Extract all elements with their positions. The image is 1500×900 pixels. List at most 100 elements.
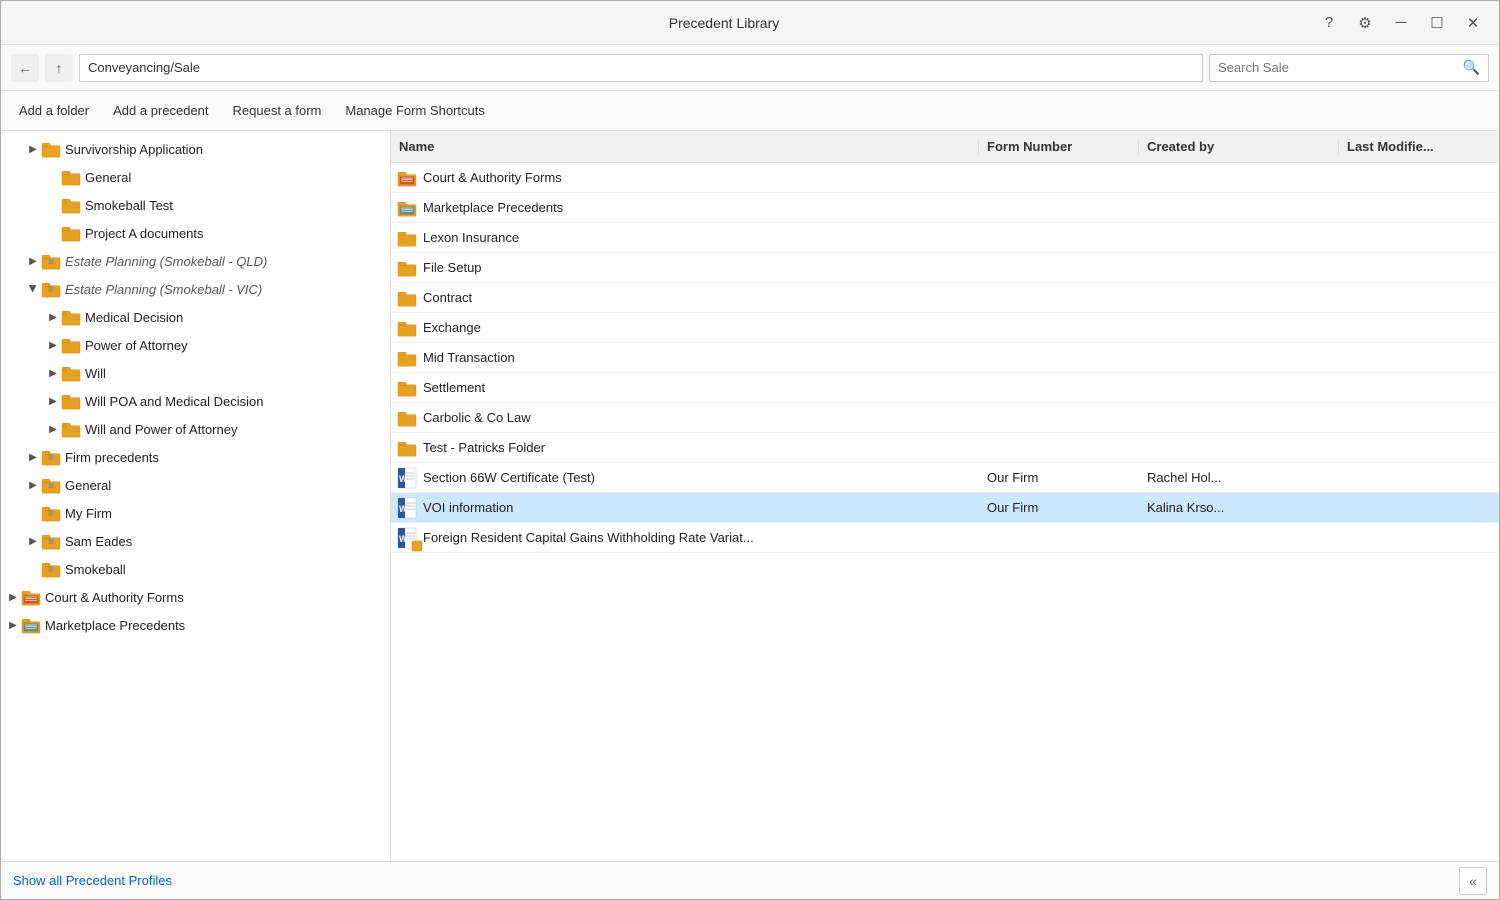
tree-item-marketplace[interactable]: ▶ Marketplace Precedents: [1, 611, 390, 639]
list-item-settlement[interactable]: Settlement: [391, 373, 1499, 403]
tree-item-poa[interactable]: ▶ Power of Attorney: [1, 331, 390, 359]
maximize-button[interactable]: ☐: [1423, 9, 1451, 37]
left-pane[interactable]: ▶ Survivorship Application ▶ General ▶ S…: [1, 131, 391, 861]
item-form-number: Our Firm: [979, 470, 1139, 485]
nav-path[interactable]: Conveyancing/Sale: [79, 54, 1203, 82]
col-form-number-header: Form Number: [979, 139, 1139, 154]
folder-icon-marketplace: [21, 615, 41, 635]
tree-arrow: ▶: [45, 393, 61, 409]
item-name: Foreign Resident Capital Gains Withholdi…: [423, 530, 979, 545]
tree-label: Smokeball: [65, 562, 126, 577]
folder-icon-folder: [61, 335, 81, 355]
tree-item-estate-vic[interactable]: ▶ Estate Planning (Smokeball - VIC): [1, 275, 390, 303]
tree-label: Estate Planning (Smokeball - VIC): [65, 282, 262, 297]
tree-item-firm-precedents[interactable]: ▶ Firm precedents: [1, 443, 390, 471]
minimize-button[interactable]: ─: [1387, 9, 1415, 37]
help-button[interactable]: ?: [1315, 9, 1343, 37]
list-item-court-authority[interactable]: Court & Authority Forms: [391, 163, 1499, 193]
item-form-number: Our Firm: [979, 500, 1139, 515]
show-profiles-link[interactable]: Show all Precedent Profiles: [13, 873, 172, 888]
folder-icon-folder-special: [41, 447, 61, 467]
tree-item-project-a[interactable]: ▶ Project A documents: [1, 219, 390, 247]
tree-arrow: ▶: [25, 141, 41, 157]
tree-item-smokeball-test[interactable]: ▶ Smokeball Test: [1, 191, 390, 219]
up-button[interactable]: ↑: [45, 54, 73, 82]
list-header: Name Form Number Created by Last Modifie…: [391, 131, 1499, 163]
item-name: Contract: [423, 290, 979, 305]
item-name: Test - Patricks Folder: [423, 440, 979, 455]
item-icon-folder: [391, 349, 423, 367]
col-name-header: Name: [391, 139, 979, 154]
item-icon-word: W: [391, 467, 423, 489]
folder-icon-folder-special: [41, 559, 61, 579]
title-bar-controls: ? ⚙ ─ ☐ ✕: [1315, 9, 1487, 37]
tree-item-general2[interactable]: ▶ General: [1, 471, 390, 499]
tree-item-will-poa[interactable]: ▶ Will and Power of Attorney: [1, 415, 390, 443]
request-form-button[interactable]: Request a form: [231, 99, 324, 122]
tree-label: My Firm: [65, 506, 112, 521]
list-item-file-setup[interactable]: File Setup: [391, 253, 1499, 283]
item-name: Court & Authority Forms: [423, 170, 979, 185]
collapse-button[interactable]: «: [1459, 867, 1487, 895]
list-item-test-patricks[interactable]: Test - Patricks Folder: [391, 433, 1499, 463]
tree-label: Project A documents: [85, 226, 204, 241]
folder-icon-folder-special: [41, 279, 61, 299]
list-item-foreign-resident[interactable]: W Foreign Resident Capital Gains Withhol…: [391, 523, 1499, 553]
manage-shortcuts-button[interactable]: Manage Form Shortcuts: [343, 99, 486, 122]
right-pane: Name Form Number Created by Last Modifie…: [391, 131, 1499, 861]
up-icon: ↑: [56, 60, 63, 76]
tree-item-smokeball[interactable]: ▶ Smokeball: [1, 555, 390, 583]
tree-label: General: [65, 478, 111, 493]
tree-label: Survivorship Application: [65, 142, 203, 157]
tree-arrow: ▶: [25, 477, 41, 493]
tree-arrow: ▶: [25, 253, 41, 269]
title-bar: Precedent Library ? ⚙ ─ ☐ ✕: [1, 1, 1499, 45]
tree-label: Will POA and Medical Decision: [85, 394, 263, 409]
settings-button[interactable]: ⚙: [1351, 9, 1379, 37]
list-item-contract[interactable]: Contract: [391, 283, 1499, 313]
item-icon-folder: [391, 409, 423, 427]
tree-item-will[interactable]: ▶ Will: [1, 359, 390, 387]
nav-bar: ← ↑ Conveyancing/Sale 🔍: [1, 45, 1499, 91]
folder-icon-folder: [41, 139, 61, 159]
list-item-mid-transaction[interactable]: Mid Transaction: [391, 343, 1499, 373]
main-window: Precedent Library ? ⚙ ─ ☐ ✕ ← ↑ Conveyan…: [0, 0, 1500, 900]
tree-item-my-firm[interactable]: ▶ My Firm: [1, 499, 390, 527]
nav-path-text: Conveyancing/Sale: [88, 60, 200, 75]
list-item-voi[interactable]: W VOI information Our Firm Kalina Krso..…: [391, 493, 1499, 523]
folder-icon-folder: [61, 195, 81, 215]
tree-item-will-poa-med[interactable]: ▶ Will POA and Medical Decision: [1, 387, 390, 415]
list-item-marketplace-prec[interactable]: Marketplace Precedents: [391, 193, 1499, 223]
folder-icon-folder-special: [41, 531, 61, 551]
search-box[interactable]: 🔍: [1209, 54, 1489, 82]
item-name: Mid Transaction: [423, 350, 979, 365]
tree-item-sam-eades[interactable]: ▶ Sam Eades: [1, 527, 390, 555]
item-name: Carbolic & Co Law: [423, 410, 979, 425]
folder-icon-folder: [61, 391, 81, 411]
item-created-by: Rachel Hol...: [1139, 470, 1339, 485]
tree-item-medical[interactable]: ▶ Medical Decision: [1, 303, 390, 331]
tree-label: Firm precedents: [65, 450, 159, 465]
tree-item-general1[interactable]: ▶ General: [1, 163, 390, 191]
list-body[interactable]: Court & Authority Forms Marketplace Prec…: [391, 163, 1499, 861]
tree-label: Court & Authority Forms: [45, 590, 184, 605]
folder-icon-court: [21, 587, 41, 607]
folder-icon-folder: [61, 167, 81, 187]
tree-arrow: ▶: [5, 617, 21, 633]
tree-item-survivorship[interactable]: ▶ Survivorship Application: [1, 135, 390, 163]
tree-label: Medical Decision: [85, 310, 183, 325]
list-item-lexon[interactable]: Lexon Insurance: [391, 223, 1499, 253]
tree-label: Power of Attorney: [85, 338, 188, 353]
tree-item-court-forms[interactable]: ▶ Court & Authority Forms: [1, 583, 390, 611]
list-item-exchange[interactable]: Exchange: [391, 313, 1499, 343]
item-created-by: Kalina Krso...: [1139, 500, 1339, 515]
list-item-carbolic[interactable]: Carbolic & Co Law: [391, 403, 1499, 433]
back-button[interactable]: ←: [11, 54, 39, 82]
tree-item-estate-qld[interactable]: ▶ Estate Planning (Smokeball - QLD): [1, 247, 390, 275]
add-folder-button[interactable]: Add a folder: [17, 99, 91, 122]
search-input[interactable]: [1218, 60, 1459, 75]
add-precedent-button[interactable]: Add a precedent: [111, 99, 210, 122]
list-item-section-66w[interactable]: W Section 66W Certificate (Test) Our Fir…: [391, 463, 1499, 493]
close-button[interactable]: ✕: [1459, 9, 1487, 37]
main-area: ▶ Survivorship Application ▶ General ▶ S…: [1, 131, 1499, 861]
